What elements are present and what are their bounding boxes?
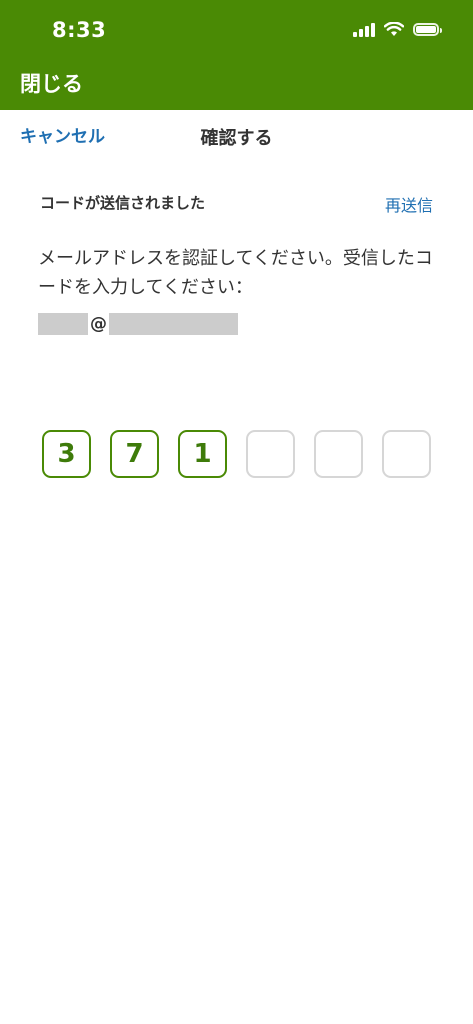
code-digit-2[interactable]: 7 (110, 430, 159, 478)
code-digit-6[interactable] (382, 430, 431, 478)
status-icons (353, 22, 442, 37)
code-digit-3[interactable]: 1 (178, 430, 227, 478)
code-digit-5[interactable] (314, 430, 363, 478)
verification-code-input[interactable]: 3 7 1 (42, 430, 431, 478)
wifi-icon (384, 22, 404, 36)
status-time: 8:33 (52, 18, 107, 42)
resend-button[interactable]: 再送信 (385, 192, 433, 216)
email-at-sign: @ (90, 314, 107, 334)
battery-icon (413, 23, 442, 36)
code-sent-message: コードが送信されました (40, 194, 206, 212)
app-header: 8:33 閉じる (0, 0, 473, 110)
email-address: @ (38, 313, 238, 335)
close-button[interactable]: 閉じる (20, 68, 83, 98)
code-digit-4[interactable] (246, 430, 295, 478)
page-title: 確認する (200, 128, 273, 149)
email-redacted-domain (109, 313, 238, 335)
email-redacted-local (38, 313, 88, 335)
cellular-signal-icon (353, 22, 375, 37)
instruction-text: メールアドレスを認証してください。受信したコードを入力してください： (38, 248, 433, 298)
code-digit-1[interactable]: 3 (42, 430, 91, 478)
